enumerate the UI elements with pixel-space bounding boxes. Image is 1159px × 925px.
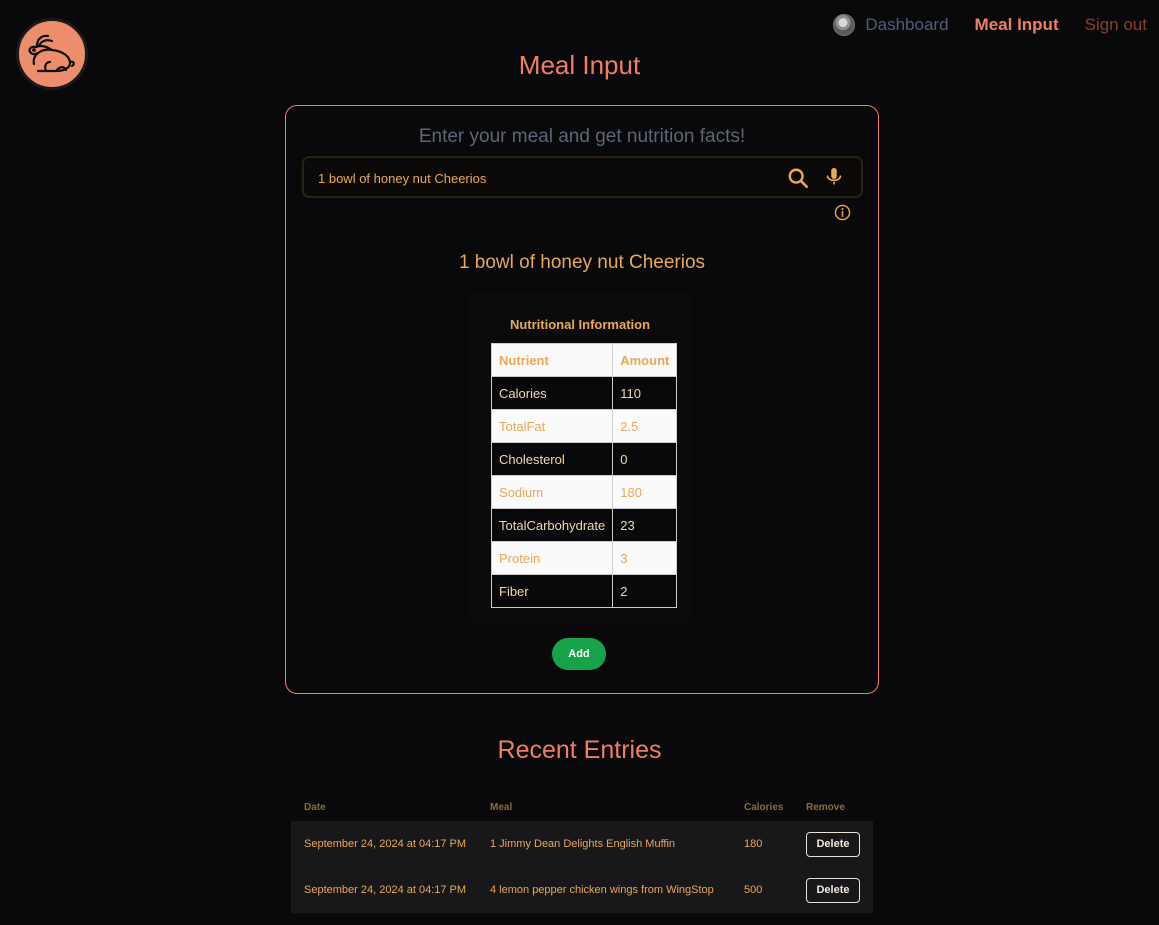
nutrient-amount: 110	[612, 376, 678, 410]
column-header-date: Date	[304, 801, 326, 813]
nutrient-name: TotalFat	[490, 409, 614, 443]
entry-remove-cell: Delete	[793, 867, 873, 913]
nutrient-name: Protein	[490, 541, 614, 575]
table-row: Sodium 180	[490, 475, 678, 509]
user-avatar[interactable]	[833, 14, 856, 36]
nutrient-amount: 0	[612, 442, 678, 476]
nutrient-name: Calories	[490, 376, 614, 410]
nutrient-amount: 180	[612, 475, 678, 509]
table-row: Protein 3	[490, 541, 678, 575]
nutrition-panel: Nutritional Information Nutrient Amount …	[469, 292, 691, 622]
table-header-row: Date Meal Calories Remove	[291, 793, 873, 821]
page-title: Meal Input	[518, 50, 641, 80]
nutrition-table: Nutrient Amount Calories 110 TotalFat 2.…	[490, 343, 678, 608]
microphone-icon[interactable]	[823, 166, 845, 190]
nutrient-amount: 2.5	[612, 409, 678, 443]
entry-calories: 500	[744, 884, 763, 896]
column-header: Amount	[612, 343, 678, 377]
nav-dashboard-link[interactable]: Dashboard	[865, 12, 948, 38]
delete-entry-button[interactable]: Delete	[806, 831, 860, 857]
entry-calories: 180	[744, 838, 763, 850]
nutrient-amount: 23	[612, 508, 678, 542]
entry-date: September 24, 2024 at 04:17 PM	[304, 884, 467, 896]
nutrient-name: Sodium	[490, 475, 614, 509]
table-row: TotalFat 2.5	[490, 409, 678, 443]
entry-meal: 4 lemon pepper chicken wings from WingSt…	[490, 884, 714, 896]
nutrient-name: Cholesterol	[490, 442, 614, 476]
nutrient-amount: 3	[612, 541, 678, 575]
meal-input-card: Enter your meal and get nutrition facts!…	[285, 105, 879, 694]
table-header-row: Nutrient Amount	[490, 343, 678, 377]
column-header-calories: Calories	[744, 801, 784, 813]
table-row: Fiber 2	[490, 574, 678, 608]
entry-meal: 1 Jimmy Dean Delights English Muffin	[490, 838, 676, 850]
nutrient-amount: 2	[612, 574, 678, 608]
add-meal-button[interactable]: Add	[552, 638, 606, 670]
table-row: September 24, 2024 at 04:17 PM 1 Jimmy D…	[291, 821, 873, 867]
card-heading: Enter your meal and get nutrition facts!	[418, 126, 746, 147]
delete-entry-button[interactable]: Delete	[806, 877, 860, 903]
nutrition-caption: Nutritional Information	[509, 317, 651, 332]
info-icon[interactable]	[834, 204, 851, 221]
meal-search-input[interactable]	[316, 166, 766, 190]
recent-entries-table: Date Meal Calories Remove September 24, …	[291, 793, 873, 913]
meal-result-title: 1 bowl of honey nut Cheerios	[458, 252, 706, 273]
table-row: Calories 110	[490, 376, 678, 410]
meal-search-box	[302, 156, 863, 198]
column-header: Nutrient	[490, 343, 614, 377]
recent-entries-title: Recent Entries	[497, 736, 662, 764]
table-row: Cholesterol 0	[490, 442, 678, 476]
top-nav: Dashboard Meal Input Sign out	[833, 12, 1147, 38]
table-row: September 24, 2024 at 04:17 PM 4 lemon p…	[291, 867, 873, 913]
entry-date: September 24, 2024 at 04:17 PM	[304, 838, 467, 850]
nav-sign-out-link[interactable]: Sign out	[1085, 12, 1147, 38]
nutrient-name: Fiber	[490, 574, 614, 608]
nutrient-name: TotalCarbohydrate	[490, 508, 614, 542]
entry-remove-cell: Delete	[793, 821, 873, 867]
search-icon[interactable]	[787, 167, 809, 189]
column-header-meal: Meal	[490, 801, 513, 813]
column-header-remove: Remove	[806, 801, 845, 813]
nav-meal-input-link[interactable]: Meal Input	[975, 12, 1059, 38]
table-row: TotalCarbohydrate 23	[490, 508, 678, 542]
